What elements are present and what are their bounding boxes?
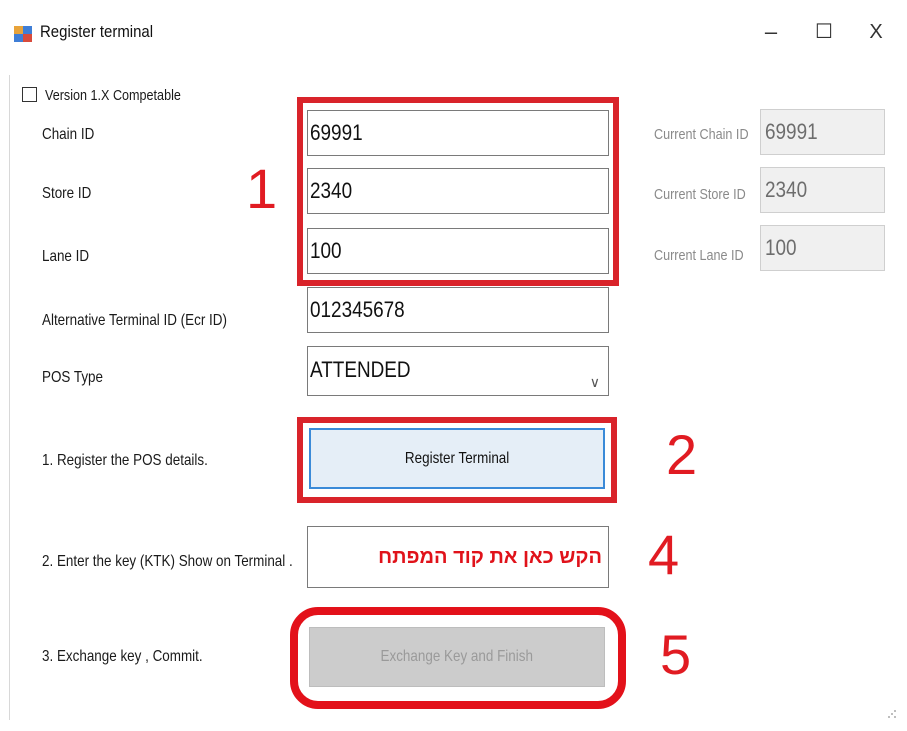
current-lane-id-field: 100 bbox=[760, 225, 885, 271]
current-store-id-value: 2340 bbox=[765, 177, 808, 202]
alt-terminal-id-label: Alternative Terminal ID (Ecr ID) bbox=[42, 312, 227, 329]
highlight-box-1 bbox=[297, 97, 619, 286]
current-chain-id-value: 69991 bbox=[765, 119, 818, 144]
close-button[interactable]: X bbox=[856, 14, 896, 50]
highlight-box-5 bbox=[290, 607, 626, 709]
current-chain-id-field: 69991 bbox=[760, 109, 885, 155]
current-lane-id-value: 100 bbox=[765, 235, 797, 260]
app-window-icon bbox=[14, 26, 32, 42]
store-id-label: Store ID bbox=[42, 185, 92, 202]
window-left-border bbox=[9, 75, 10, 720]
current-lane-id-label: Current Lane ID bbox=[654, 247, 744, 264]
step1-label: 1. Register the POS details. bbox=[42, 452, 208, 469]
pos-type-select[interactable]: ATTENDED ∨ bbox=[307, 346, 609, 396]
version-checkbox-label: Version 1.X Competable bbox=[45, 87, 181, 104]
current-store-id-field: 2340 bbox=[760, 167, 885, 213]
step2-label: 2. Enter the key (KTK) Show on Terminal … bbox=[42, 553, 293, 570]
alt-terminal-id-value: 012345678 bbox=[310, 297, 405, 322]
highlight-box-2 bbox=[297, 417, 617, 503]
annotation-number-2: 2 bbox=[666, 423, 698, 486]
maximize-button[interactable]: ☐ bbox=[804, 14, 844, 50]
minimize-button[interactable]: – bbox=[751, 14, 791, 50]
version-checkbox[interactable] bbox=[22, 87, 37, 102]
lane-id-label: Lane ID bbox=[42, 248, 90, 265]
title-bar: Register terminal – ☐ X bbox=[0, 0, 907, 68]
window-title: Register terminal bbox=[40, 22, 154, 41]
ktk-key-input[interactable]: הקש כאן את קוד המפתח bbox=[307, 526, 609, 588]
annotation-number-4: 4 bbox=[648, 523, 680, 586]
alt-terminal-id-input[interactable]: 012345678 bbox=[307, 287, 609, 333]
step3-label: 3. Exchange key , Commit. bbox=[42, 648, 203, 665]
annotation-number-5: 5 bbox=[660, 623, 692, 686]
pos-type-value: ATTENDED bbox=[310, 357, 411, 382]
current-chain-id-label: Current Chain ID bbox=[654, 126, 749, 143]
annotation-number-1: 1 bbox=[246, 157, 278, 220]
pos-type-label: POS Type bbox=[42, 369, 104, 386]
chevron-down-icon: ∨ bbox=[589, 374, 600, 390]
current-store-id-label: Current Store ID bbox=[654, 186, 746, 203]
chain-id-label: Chain ID bbox=[42, 126, 95, 143]
resize-grip-icon[interactable] bbox=[887, 709, 897, 719]
